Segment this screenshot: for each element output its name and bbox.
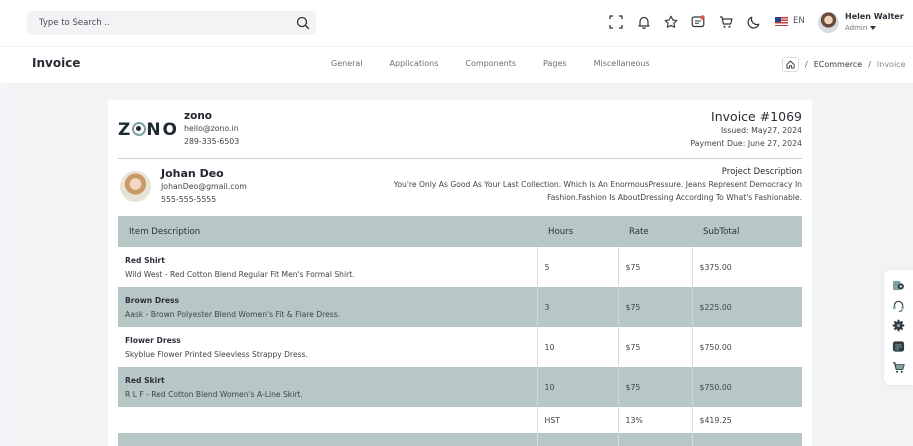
column-header-subtotal: SubTotal bbox=[692, 216, 802, 247]
nav-components[interactable]: Components bbox=[465, 59, 516, 68]
column-header-item: Item Description bbox=[118, 216, 537, 247]
page-title: Invoice bbox=[32, 56, 81, 70]
total-cell bbox=[118, 433, 538, 446]
column-header-rate: Rate bbox=[618, 216, 692, 247]
subtotal-cell: $750.00 bbox=[692, 367, 802, 407]
settings-icon[interactable] bbox=[892, 319, 905, 332]
company-phone: 289-335-6503 bbox=[184, 137, 240, 146]
hours-cell: 5 bbox=[537, 247, 619, 287]
customer-name: Johan Deo bbox=[161, 167, 224, 180]
item-cell: Red Skirt R L F - Red Cotton Blend Women… bbox=[118, 367, 538, 407]
item-description: Aask - Brown Polyester Blend Women's Fit… bbox=[125, 309, 341, 319]
invoice-card: Z NO zono hello@zono.in 289-335-6503 Invo… bbox=[108, 100, 812, 446]
item-description: Wild West - Red Cotton Blend Regular Fit… bbox=[125, 269, 355, 279]
divider bbox=[118, 158, 802, 159]
cart-icon[interactable] bbox=[892, 361, 905, 374]
nav-pages[interactable]: Pages bbox=[543, 59, 567, 68]
tax-rate: 13% bbox=[618, 407, 693, 433]
tax-row: HST 13% $419.25 bbox=[118, 407, 802, 433]
breadcrumb-ecommerce[interactable]: ECommerce bbox=[814, 60, 862, 69]
table-row: Brown Dress Aask - Brown Polyester Blend… bbox=[118, 287, 802, 327]
user-avatar[interactable] bbox=[818, 12, 839, 33]
breadcrumb-current: Invoice bbox=[876, 60, 906, 69]
customer-phone: 555-555-5555 bbox=[161, 195, 217, 204]
table-header-row: Item Description Hours Rate SubTotal bbox=[118, 216, 802, 247]
table-row: Red Shirt Wild West - Red Cotton Blend R… bbox=[118, 247, 802, 287]
total-cell bbox=[618, 433, 693, 446]
fullscreen-icon[interactable] bbox=[609, 15, 623, 29]
breadcrumb: / ECommerce / Invoice bbox=[782, 57, 906, 72]
search-input[interactable] bbox=[39, 15, 279, 31]
hours-cell: 3 bbox=[537, 287, 619, 327]
item-title: Brown Dress bbox=[125, 295, 180, 305]
hours-cell: 10 bbox=[537, 367, 619, 407]
item-title: Flower Dress bbox=[125, 335, 181, 345]
subtotal-cell: $750.00 bbox=[692, 327, 802, 367]
breadcrumb-separator: / bbox=[868, 60, 871, 69]
nav-general[interactable]: General bbox=[331, 59, 363, 68]
item-description: Skyblue Flower Printed Sleevless Strappy… bbox=[125, 349, 308, 359]
star-icon[interactable] bbox=[664, 15, 678, 29]
invoice-number: Invoice #1069 bbox=[711, 109, 802, 124]
main-nav: General Applications Components Pages Mi… bbox=[331, 59, 677, 68]
customer-email: JohanDeo@gmail.com bbox=[161, 182, 247, 191]
invoice-issued-date: Issued: May27, 2024 bbox=[720, 126, 802, 135]
column-header-hours: Hours bbox=[537, 216, 618, 247]
item-cell: Brown Dress Aask - Brown Polyester Blend… bbox=[118, 287, 538, 327]
page-header: Invoice General Applications Components … bbox=[0, 46, 913, 83]
floating-toolbar bbox=[884, 270, 913, 385]
customer-avatar bbox=[120, 171, 151, 202]
language-selector[interactable]: EN bbox=[775, 16, 805, 26]
breadcrumb-separator: / bbox=[805, 60, 808, 69]
company-email: hello@zono.in bbox=[184, 124, 239, 133]
subtotal-cell: $375.00 bbox=[692, 247, 802, 287]
nav-miscellaneous[interactable]: Miscellaneous bbox=[594, 59, 650, 68]
search-icon[interactable] bbox=[296, 16, 310, 30]
table-row: Red Skirt R L F - Red Cotton Blend Women… bbox=[118, 367, 802, 407]
tax-label: HST bbox=[537, 407, 619, 433]
user-role[interactable]: Admin bbox=[845, 24, 877, 32]
item-title: Red Skirt bbox=[125, 375, 165, 385]
item-title: Red Shirt bbox=[125, 255, 165, 265]
customizer-icon[interactable] bbox=[892, 279, 905, 292]
flag-us-icon bbox=[775, 16, 788, 26]
user-name[interactable]: Helen Walter bbox=[845, 12, 904, 21]
rate-cell: $75 bbox=[618, 327, 693, 367]
bell-icon[interactable] bbox=[637, 15, 651, 29]
hours-cell: 10 bbox=[537, 327, 619, 367]
project-title: Project Description bbox=[721, 167, 802, 177]
rate-cell: $75 bbox=[618, 287, 693, 327]
invoice-due-date: Payment Due: June 27, 2024 bbox=[690, 139, 802, 148]
message-icon[interactable] bbox=[691, 15, 705, 29]
tax-amount: $419.25 bbox=[692, 407, 802, 433]
top-header: EN Helen Walter Admin bbox=[0, 0, 913, 46]
home-icon[interactable] bbox=[782, 57, 799, 72]
invoice-table: Item Description Hours Rate SubTotal Red… bbox=[118, 216, 802, 446]
layout-icon[interactable] bbox=[892, 340, 905, 353]
total-row bbox=[118, 433, 802, 446]
caret-down-icon bbox=[870, 26, 877, 30]
item-cell: Red Shirt Wild West - Red Cotton Blend R… bbox=[118, 247, 538, 287]
cart-icon[interactable] bbox=[719, 15, 733, 29]
total-cell bbox=[537, 433, 619, 446]
moon-icon[interactable] bbox=[747, 15, 761, 29]
support-icon[interactable] bbox=[892, 299, 905, 312]
nav-applications[interactable]: Applications bbox=[390, 59, 439, 68]
project-description: You're Only As Good As Your Last Collect… bbox=[393, 180, 802, 202]
subtotal-cell: $225.00 bbox=[692, 287, 802, 327]
search-bar[interactable] bbox=[27, 11, 316, 35]
empty-cell bbox=[118, 407, 538, 433]
company-logo: Z NO bbox=[118, 120, 180, 140]
rate-cell: $75 bbox=[618, 247, 693, 287]
company-name: zono bbox=[184, 110, 213, 122]
total-cell bbox=[692, 433, 802, 446]
user-role-label: Admin bbox=[845, 24, 868, 32]
rate-cell: $75 bbox=[618, 367, 693, 407]
item-description: R L F - Red Cotton Blend Women's A-Line … bbox=[125, 389, 303, 399]
item-cell: Flower Dress Skyblue Flower Printed Slee… bbox=[118, 327, 538, 367]
language-label: EN bbox=[793, 16, 805, 26]
table-row: Flower Dress Skyblue Flower Printed Slee… bbox=[118, 327, 802, 367]
